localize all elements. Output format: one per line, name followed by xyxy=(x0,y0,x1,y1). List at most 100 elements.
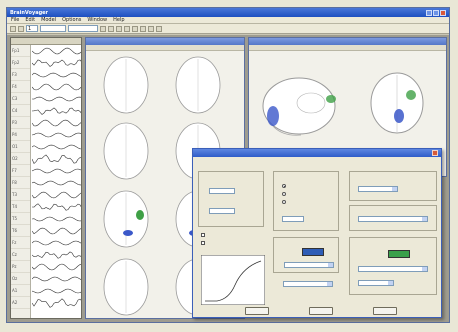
lut-dropdown[interactable] xyxy=(358,186,398,192)
mode-radio-3[interactable] xyxy=(282,200,286,204)
eeg-trace xyxy=(32,168,81,174)
zoom-out-icon[interactable] xyxy=(108,25,114,32)
eeg-channel-label: Fp1 xyxy=(11,45,30,57)
eeg-trace xyxy=(32,107,81,115)
negative-color-group xyxy=(349,237,437,295)
eeg-channel-labels: Fp1 Fp2 F3 F4 C3 C4 P3 P4 O1 O2 F7 F8 T3 T4 T5 T6 Fz Cz Pz… xyxy=(11,45,31,318)
brain-slice[interactable] xyxy=(103,122,149,180)
eeg-channel-label: A2 xyxy=(11,297,30,309)
eeg-channel-label: F4 xyxy=(11,81,30,93)
negative-mode-dropdown[interactable] xyxy=(358,280,394,286)
stop-icon[interactable] xyxy=(148,25,154,32)
eeg-channel-label: O2 xyxy=(11,153,30,165)
lut-group xyxy=(349,171,437,201)
mode-radio-1[interactable] xyxy=(282,184,286,188)
mode-radio-2[interactable] xyxy=(282,192,286,196)
eeg-trace xyxy=(32,72,81,78)
mode-value-field[interactable] xyxy=(282,216,304,222)
eeg-channel-label: T3 xyxy=(11,189,30,201)
open-icon[interactable] xyxy=(10,25,16,32)
negative-color-swatch[interactable] xyxy=(388,250,410,258)
grid-icon[interactable] xyxy=(132,25,138,32)
positive-color-group xyxy=(273,237,339,273)
threshold-curve-preview xyxy=(201,255,265,305)
threshold-group xyxy=(198,171,264,227)
eeg-trace xyxy=(32,119,81,127)
settings-icon[interactable] xyxy=(156,25,162,32)
eeg-trace xyxy=(32,191,81,199)
eeg-trace xyxy=(32,240,81,246)
eeg-header xyxy=(11,38,81,45)
eeg-trace xyxy=(32,251,81,259)
screenshot-frame: BrainVoyager File Edit Model Options Win… xyxy=(0,0,458,332)
menu-window[interactable]: Window xyxy=(87,17,107,23)
eeg-trace xyxy=(32,132,81,138)
eeg-panel[interactable]: Fp1 Fp2 F3 F4 C3 C4 P3 P4 O1 O2 F7 F8 T3 T4 T5 T6 Fz Cz Pz… xyxy=(10,37,82,319)
cancel-button[interactable] xyxy=(309,307,333,315)
positive-color-dropdown[interactable] xyxy=(284,262,334,268)
dialog-close-button[interactable] xyxy=(432,150,438,156)
positive-color-swatch[interactable] xyxy=(302,248,324,256)
minimize-button[interactable] xyxy=(426,9,432,16)
help-button[interactable] xyxy=(373,307,397,315)
cursor-icon[interactable] xyxy=(116,25,122,32)
menu-options[interactable]: Options xyxy=(62,17,81,23)
eeg-trace xyxy=(32,288,81,294)
menu-file[interactable]: File xyxy=(11,17,19,23)
toolbar-field-3[interactable] xyxy=(68,25,98,32)
save-icon[interactable] xyxy=(18,25,24,32)
interpolation-dropdown[interactable] xyxy=(283,281,333,287)
eeg-channel-label: A1 xyxy=(11,285,30,297)
activation-green-blob xyxy=(136,210,144,220)
close-button[interactable] xyxy=(440,9,446,16)
menu-bar: File Edit Model Options Window Help xyxy=(7,17,449,24)
menu-edit[interactable]: Edit xyxy=(25,17,35,23)
ruler-icon[interactable] xyxy=(124,25,130,32)
negative-color-dropdown[interactable] xyxy=(358,266,428,272)
toolbar: 1 xyxy=(7,24,449,34)
overlay-group xyxy=(349,205,437,231)
play-icon[interactable] xyxy=(140,25,146,32)
display-mode-group xyxy=(273,171,339,231)
activation-blue-blob xyxy=(123,230,133,236)
eeg-trace xyxy=(32,216,81,222)
eeg-channel-label: P3 xyxy=(11,117,30,129)
eeg-trace xyxy=(32,59,81,67)
dialog-title-bar xyxy=(193,149,441,157)
eeg-trace xyxy=(32,276,81,282)
zoom-in-icon[interactable] xyxy=(100,25,106,32)
option-checkbox-1[interactable] xyxy=(201,233,205,237)
eeg-trace xyxy=(32,144,81,150)
map-options-dialog[interactable] xyxy=(192,148,442,318)
min-threshold-field[interactable] xyxy=(209,188,235,194)
slices-window-title xyxy=(86,38,244,45)
eeg-trace xyxy=(32,154,81,164)
activation-blue-blob xyxy=(267,106,279,126)
toolbar-field-1[interactable]: 1 xyxy=(26,25,38,32)
menu-help[interactable]: Help xyxy=(113,17,124,23)
brain-slice[interactable] xyxy=(175,56,221,114)
menu-model[interactable]: Model xyxy=(41,17,56,23)
activation-green-blob-axial xyxy=(406,90,416,100)
option-checkbox-2[interactable] xyxy=(201,241,205,245)
ok-button[interactable] xyxy=(245,307,269,315)
activation-blue-blob-axial xyxy=(394,109,404,123)
eeg-channel-label: Cz xyxy=(11,249,30,261)
toolbar-field-2[interactable] xyxy=(40,25,66,32)
eeg-traces xyxy=(32,47,81,308)
brain-slice[interactable] xyxy=(103,258,149,316)
brain-slice[interactable] xyxy=(103,190,149,248)
eeg-channel-label: T5 xyxy=(11,213,30,225)
dialog-tabs[interactable] xyxy=(193,157,441,164)
maximize-button[interactable] xyxy=(433,9,439,16)
eeg-channel-label: F7 xyxy=(11,165,30,177)
eeg-channel-label: Fp2 xyxy=(11,57,30,69)
title-bar: BrainVoyager xyxy=(7,8,449,17)
eeg-channel-label: T6 xyxy=(11,225,30,237)
eeg-channel-label: C3 xyxy=(11,93,30,105)
max-threshold-field[interactable] xyxy=(209,208,235,214)
overlay-dropdown[interactable] xyxy=(358,216,428,222)
eeg-trace xyxy=(32,263,81,271)
eeg-trace xyxy=(32,47,81,55)
brain-slice[interactable] xyxy=(103,56,149,114)
